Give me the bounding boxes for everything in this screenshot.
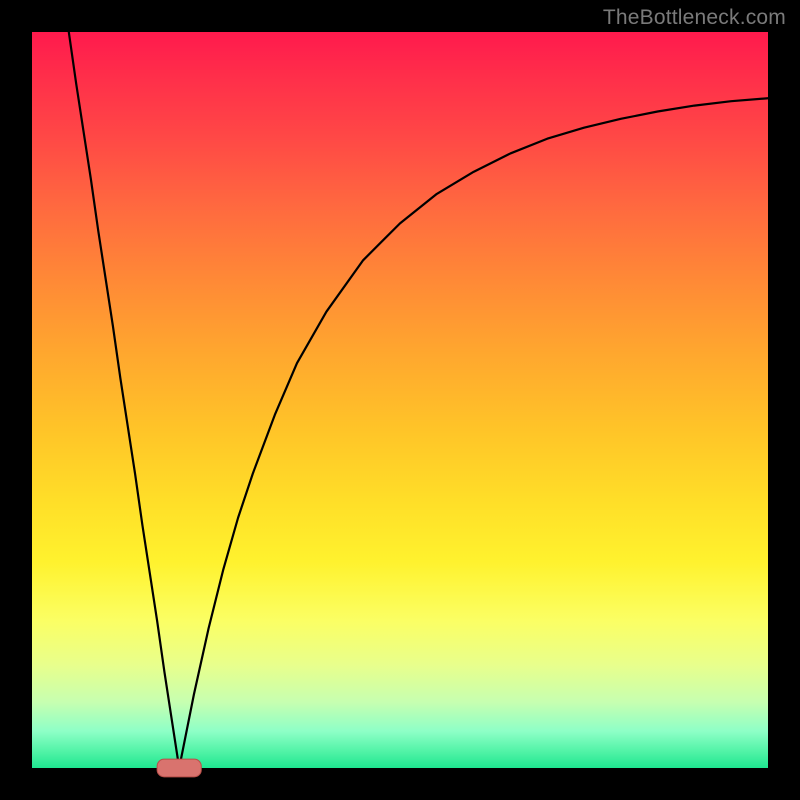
chart-frame: TheBottleneck.com <box>0 0 800 800</box>
bottleneck-marker <box>157 759 201 777</box>
left-branch-line <box>69 32 179 768</box>
right-branch-line <box>179 98 768 768</box>
plot-area <box>32 32 768 768</box>
watermark-text: TheBottleneck.com <box>603 6 786 30</box>
chart-svg <box>32 32 768 768</box>
